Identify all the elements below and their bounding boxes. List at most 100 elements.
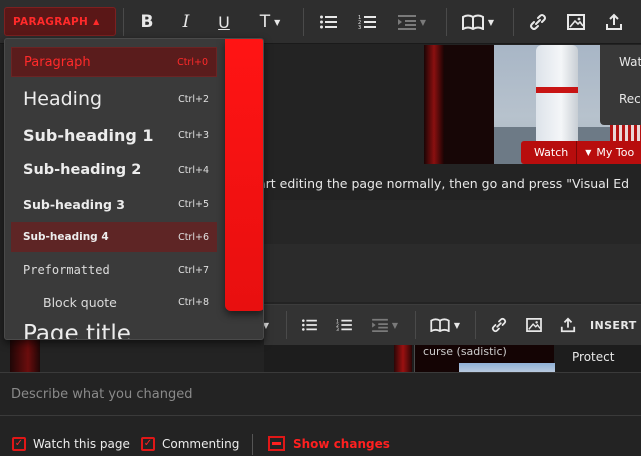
chevron-down-icon: ▼ — [487, 17, 495, 27]
menu-item-label: Heading — [23, 88, 103, 110]
menu-item-shortcut: Ctrl+5 — [178, 198, 209, 210]
chevron-down-icon: ▼ — [274, 17, 281, 27]
page-preview-strip: curse (sadistic) Protect — [264, 345, 641, 372]
upload-button[interactable] — [603, 8, 625, 36]
menu-item-subheading-3[interactable]: Sub-heading 3 Ctrl+5 — [11, 189, 217, 219]
book-icon — [461, 14, 484, 30]
watch-tab-label: Watch — [534, 146, 569, 159]
menu-item-heading[interactable]: Heading Ctrl+2 — [11, 83, 217, 115]
menu-item-subheading-2[interactable]: Sub-heading 2 Ctrl+4 — [11, 155, 217, 185]
preview-image — [459, 363, 555, 372]
menu-item-shortcut: Ctrl+7 — [178, 264, 209, 276]
image-icon — [567, 14, 585, 30]
content-band — [264, 244, 641, 302]
link-icon — [491, 317, 507, 333]
toolbar-divider — [415, 311, 416, 339]
preview-panel: curse (sadistic) — [414, 345, 555, 372]
menu-item-label: Sub-heading 1 — [23, 125, 154, 145]
italic-icon: I — [182, 12, 190, 32]
footer-divider — [252, 434, 253, 455]
numbered-list-button[interactable]: 1 2 3 — [356, 8, 378, 36]
indent-icon — [397, 15, 416, 30]
side-menu-item[interactable]: Rec — [619, 92, 641, 106]
commenting-checkbox[interactable]: ✓ — [141, 437, 155, 451]
edit-summary-input[interactable] — [0, 373, 641, 415]
side-menu-item[interactable]: Wat — [619, 55, 641, 69]
content-band — [264, 200, 641, 244]
image-button[interactable] — [565, 8, 587, 36]
menu-item-subheading-4[interactable]: Sub-heading 4 Ctrl+6 — [11, 222, 217, 252]
underline-button[interactable]: U — [213, 8, 235, 36]
menu-item-label: Paragraph — [24, 54, 91, 70]
chevron-down-icon: ▼ — [453, 320, 461, 330]
text-style-button[interactable]: T ▼ — [252, 8, 288, 36]
chevron-down-icon: ▼ — [419, 17, 427, 27]
preview-glow — [394, 345, 412, 372]
toolbar-divider — [475, 311, 476, 339]
menu-item-subheading-1[interactable]: Sub-heading 1 Ctrl+3 — [11, 120, 217, 150]
menu-item-preformatted[interactable]: Preformatted Ctrl+7 — [11, 255, 217, 285]
link-button[interactable] — [527, 8, 549, 36]
link-icon — [530, 14, 546, 30]
preview-caption: curse (sadistic) — [423, 345, 507, 358]
paragraph-format-button[interactable]: PARAGRAPH ▲ — [4, 7, 116, 36]
menu-item-shortcut: Ctrl+2 — [178, 93, 209, 105]
watch-tab[interactable]: Watch — [521, 141, 578, 164]
edit-summary — [0, 372, 641, 416]
menu-item-shortcut: Ctrl+4 — [178, 164, 209, 176]
menu-item-block-quote[interactable]: Block quote Ctrl+8 — [11, 287, 217, 317]
toolbar-divider — [123, 8, 124, 36]
menu-item-shortcut: Ctrl+0 — [177, 56, 208, 68]
chevron-down-icon: ▼ — [391, 320, 399, 330]
editor-text: art editing the page normally, then go a… — [258, 176, 630, 191]
diff-icon — [268, 436, 285, 451]
link-button[interactable] — [488, 311, 510, 339]
indent-button[interactable]: ▼ — [367, 311, 403, 339]
menu-item-label: Preformatted — [23, 263, 110, 277]
show-changes-button[interactable]: Show changes — [268, 436, 390, 451]
menu-item-label: Sub-heading 4 — [23, 231, 109, 243]
image-border-glow — [424, 45, 444, 164]
preview-glow — [10, 340, 40, 372]
menu-item-label: Block quote — [43, 294, 117, 310]
upload-button[interactable] — [557, 311, 579, 339]
cite-button[interactable]: ▼ — [459, 8, 497, 36]
commenting-label[interactable]: Commenting — [162, 437, 239, 451]
image-button[interactable] — [523, 311, 545, 339]
secondary-toolbar: ▼ 1 2 3 ▼ ▼ INSERT — [263, 304, 641, 345]
indent-button[interactable]: ▼ — [393, 8, 431, 36]
watch-this-page-checkbox[interactable]: ✓ — [12, 437, 26, 451]
numbered-list-icon: 1 2 3 — [358, 15, 376, 30]
cite-button[interactable]: ▼ — [427, 311, 463, 339]
paragraph-format-menu: Paragraph Ctrl+0 Heading Ctrl+2 Sub-head… — [4, 38, 264, 340]
watch-this-page-label[interactable]: Watch this page — [33, 437, 130, 451]
paragraph-format-label: PARAGRAPH — [13, 15, 89, 28]
menu-item-paragraph[interactable]: Paragraph Ctrl+0 — [11, 47, 217, 77]
menu-item-page-title[interactable]: Page title — [11, 321, 217, 340]
image-icon — [526, 318, 542, 332]
my-tools-tab[interactable]: ▼ My Too — [577, 146, 634, 159]
book-icon — [430, 318, 450, 332]
menu-item-label: Sub-heading 2 — [23, 162, 142, 178]
italic-button[interactable]: I — [175, 8, 197, 36]
numbered-list-button[interactable]: 1 2 3 — [333, 311, 355, 339]
menu-scrollbar[interactable] — [225, 39, 263, 311]
upload-icon — [560, 317, 576, 333]
protect-link[interactable]: Protect — [572, 350, 614, 364]
insert-button[interactable]: INSERT — [590, 311, 640, 339]
save-options: ✓ Watch this page ✓ Commenting Show chan… — [0, 417, 641, 456]
side-dropdown: Wat Rec — [600, 45, 641, 125]
check-icon: ✓ — [14, 438, 24, 449]
svg-text:3: 3 — [358, 25, 361, 30]
caret-down-icon: ▼ — [585, 148, 592, 157]
numbered-list-icon: 1 2 3 — [336, 318, 352, 332]
toolbar-divider — [446, 8, 447, 36]
menu-item-shortcut: Ctrl+3 — [178, 129, 209, 141]
bullet-list-button[interactable] — [298, 311, 320, 339]
menu-item-label: Sub-heading 3 — [23, 196, 125, 212]
menu-item-label: Page title — [23, 321, 131, 340]
bullet-list-button[interactable] — [317, 8, 339, 36]
svg-text:3: 3 — [336, 327, 339, 332]
bold-button[interactable]: B — [136, 8, 158, 36]
caret-up-icon: ▲ — [93, 17, 100, 26]
